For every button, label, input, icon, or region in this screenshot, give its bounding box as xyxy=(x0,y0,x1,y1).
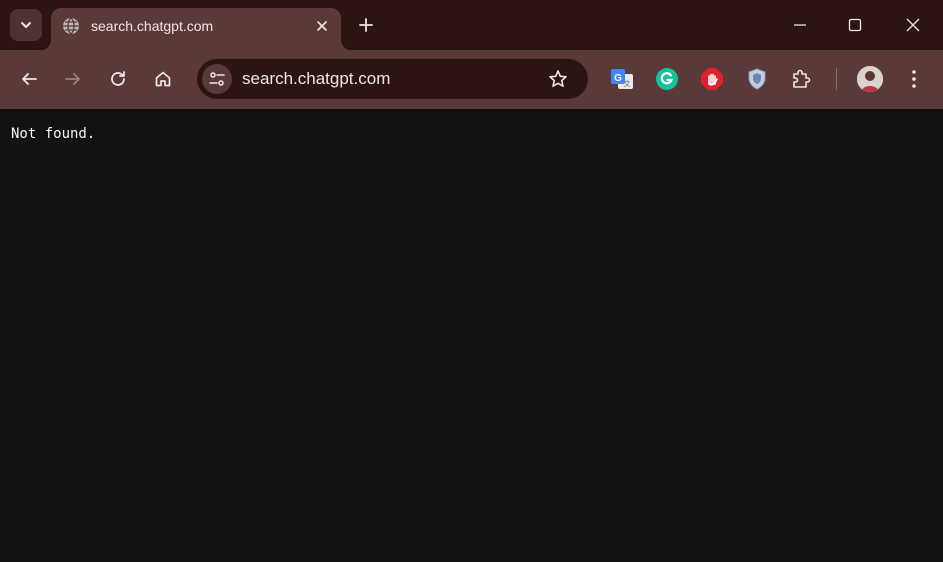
minimize-icon xyxy=(794,24,806,26)
avatar-icon xyxy=(857,66,883,92)
tab-search-button[interactable] xyxy=(10,9,42,41)
site-info-button[interactable] xyxy=(202,64,232,94)
adblock-extension[interactable] xyxy=(700,67,724,91)
chevron-down-icon xyxy=(21,22,31,28)
address-bar[interactable]: search.chatgpt.com xyxy=(197,59,588,99)
extensions-button[interactable] xyxy=(790,67,814,91)
arrow-right-icon xyxy=(65,73,80,85)
tab-title: search.chatgpt.com xyxy=(91,18,214,34)
svg-text:文: 文 xyxy=(624,79,631,88)
toolbar-divider xyxy=(836,68,837,90)
grammarly-icon xyxy=(656,68,678,90)
google-translate-extension[interactable]: G 文 xyxy=(610,67,634,91)
tune-icon xyxy=(209,72,225,86)
back-button[interactable] xyxy=(15,65,43,93)
close-icon xyxy=(906,18,920,32)
page-body-text: Not found. xyxy=(11,126,96,142)
active-tab[interactable]: search.chatgpt.com xyxy=(51,8,341,50)
reload-icon xyxy=(111,71,125,86)
browser-window: search.chatgpt.com search.chatgpt.com G … xyxy=(0,0,943,562)
maximize-button[interactable] xyxy=(840,10,870,40)
arrow-left-icon xyxy=(22,73,37,85)
svg-text:G: G xyxy=(614,73,622,84)
tab-strip: search.chatgpt.com xyxy=(0,0,943,50)
maximize-icon xyxy=(848,18,862,32)
star-icon xyxy=(549,70,567,87)
home-icon xyxy=(155,71,171,87)
profile-avatar[interactable] xyxy=(857,66,883,92)
toolbar: search.chatgpt.com G 文 xyxy=(0,50,943,109)
url-text[interactable]: search.chatgpt.com xyxy=(242,69,390,89)
new-tab-button[interactable] xyxy=(353,12,379,38)
window-close-button[interactable] xyxy=(898,10,928,40)
reload-button[interactable] xyxy=(104,65,132,93)
page-content: Not found. xyxy=(0,109,943,562)
shield-icon xyxy=(748,68,766,90)
menu-button[interactable] xyxy=(904,66,924,92)
globe-icon xyxy=(63,17,79,35)
close-icon xyxy=(317,21,327,31)
forward-button[interactable] xyxy=(59,65,87,93)
shield-extension[interactable] xyxy=(745,67,769,91)
plus-icon xyxy=(359,18,373,32)
google-translate-icon: G 文 xyxy=(611,69,633,89)
minimize-button[interactable] xyxy=(785,10,815,40)
puzzle-icon xyxy=(793,69,811,88)
bookmark-button[interactable] xyxy=(546,67,570,91)
grammarly-extension[interactable] xyxy=(655,67,679,91)
home-button[interactable] xyxy=(149,65,177,93)
adblock-icon xyxy=(701,68,723,90)
tab-close-button[interactable] xyxy=(313,17,331,35)
more-vertical-icon xyxy=(912,70,916,88)
